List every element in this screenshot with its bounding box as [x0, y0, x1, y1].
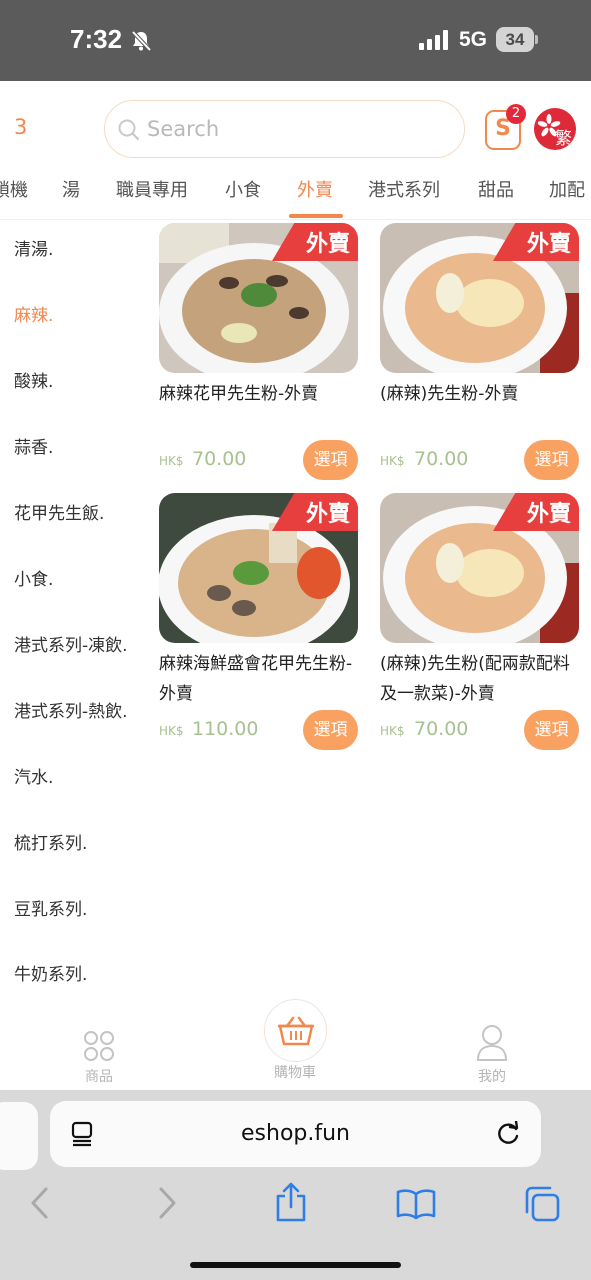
- tab-category[interactable]: 鎖機: [0, 176, 28, 202]
- product-name[interactable]: (麻辣)先生粉(配兩款配料及一款菜)-外賣: [380, 649, 585, 709]
- price-currency: HK$: [380, 724, 405, 738]
- previous-tab-pill[interactable]: [0, 1102, 38, 1170]
- nav-mine[interactable]: 我的: [468, 1024, 516, 1086]
- options-button[interactable]: 選項: [303, 440, 358, 480]
- nav-products[interactable]: 商品: [75, 1030, 123, 1086]
- url-text: eshop.fun: [241, 1121, 350, 1146]
- sidebar-item[interactable]: 汽水.: [14, 763, 53, 788]
- tab-category[interactable]: 加配: [549, 176, 585, 202]
- price-currency: HK$: [380, 454, 405, 468]
- price-value: 70.00: [192, 448, 247, 470]
- active-tab-indicator: [289, 214, 343, 218]
- sidebar-item[interactable]: 蒜香.: [14, 433, 53, 458]
- price-currency: HK$: [159, 724, 184, 738]
- tab-category-active[interactable]: 外賣: [297, 176, 333, 202]
- sidebar-item[interactable]: 豆乳系列.: [14, 895, 87, 920]
- price-value: 110.00: [192, 718, 259, 740]
- battery-icon: 34: [496, 27, 534, 52]
- options-button[interactable]: 選項: [303, 710, 358, 750]
- product-name[interactable]: 麻辣海鮮盛會花甲先生粉-外賣: [159, 649, 364, 709]
- price-value: 70.00: [414, 448, 469, 470]
- reload-icon[interactable]: [496, 1121, 522, 1147]
- tab-category[interactable]: 職員專用: [116, 176, 188, 202]
- basket-icon: [278, 1016, 314, 1046]
- sidebar-item[interactable]: 花甲先生飯.: [14, 499, 104, 524]
- search-placeholder: Search: [147, 117, 220, 141]
- product-image[interactable]: 外賣: [159, 223, 358, 373]
- tabs-icon[interactable]: [523, 1186, 561, 1222]
- status-time: 7:32: [70, 24, 123, 54]
- sidebar-item[interactable]: 牛奶系列.: [14, 960, 87, 985]
- options-button[interactable]: 選項: [524, 440, 579, 480]
- tab-category[interactable]: 甜品: [478, 176, 514, 202]
- mute-bell-icon: [130, 30, 152, 56]
- address-bar[interactable]: eshop.fun: [50, 1101, 541, 1167]
- nav-products-label: 商品: [85, 1069, 113, 1085]
- tab-category[interactable]: 小食: [225, 176, 261, 202]
- header-count[interactable]: 3: [14, 115, 27, 139]
- product-name[interactable]: 麻辣花甲先生粉-外賣: [159, 379, 364, 409]
- search-input[interactable]: Search: [104, 100, 465, 158]
- sidebar-item[interactable]: 港式系列-凍飲.: [14, 631, 128, 656]
- grid-icon: [84, 1031, 114, 1061]
- product-image[interactable]: 外賣: [380, 493, 579, 643]
- category-tabs: 鎖機 湯 職員專用 小食 外賣 港式系列 甜品 加配: [0, 168, 591, 220]
- signal-bars-icon: [419, 30, 451, 54]
- sidebar-item[interactable]: 梳打系列.: [14, 829, 87, 854]
- back-icon[interactable]: [28, 1186, 50, 1220]
- cart-count-badge: 2: [506, 104, 526, 124]
- user-icon: [476, 1025, 508, 1061]
- search-icon: [117, 118, 141, 146]
- sidebar-item[interactable]: 小食.: [14, 565, 53, 590]
- price-value: 70.00: [414, 718, 469, 740]
- battery-nub: [535, 35, 538, 44]
- status-bar: 7:32 5G 34: [0, 0, 591, 81]
- sidebar-item[interactable]: 清湯.: [14, 235, 53, 260]
- product-name[interactable]: (麻辣)先生粉-外賣: [380, 379, 585, 409]
- bookmarks-icon[interactable]: [396, 1188, 436, 1220]
- forward-icon[interactable]: [157, 1186, 179, 1220]
- options-button[interactable]: 選項: [524, 710, 579, 750]
- nav-cart-label: 購物車: [274, 1065, 316, 1081]
- nav-cart-button[interactable]: [264, 999, 327, 1062]
- tab-category[interactable]: 湯: [62, 176, 80, 202]
- sidebar-item-active[interactable]: 麻辣.: [14, 301, 53, 326]
- tab-category[interactable]: 港式系列: [368, 176, 440, 202]
- price-currency: HK$: [159, 454, 184, 468]
- network-type: 5G: [459, 28, 488, 51]
- sidebar-item[interactable]: 酸辣.: [14, 367, 53, 392]
- browser-toolbar: eshop.fun: [0, 1090, 591, 1280]
- product-image[interactable]: 外賣: [380, 223, 579, 373]
- language-label: 繁: [555, 129, 572, 149]
- share-icon[interactable]: [275, 1182, 307, 1222]
- product-image[interactable]: 外賣: [159, 493, 358, 643]
- sidebar-item[interactable]: 港式系列-熱飲.: [14, 697, 128, 722]
- home-indicator: [190, 1262, 401, 1268]
- nav-mine-label: 我的: [478, 1069, 506, 1085]
